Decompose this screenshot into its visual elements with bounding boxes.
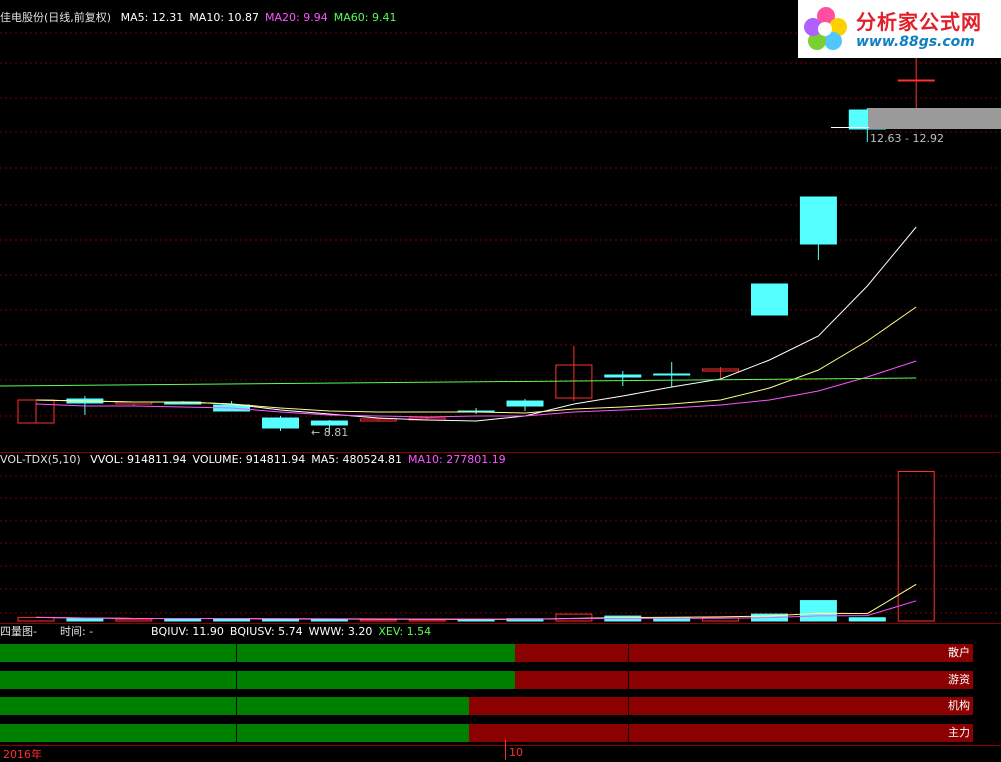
energy-row-label: 游资 bbox=[945, 671, 973, 689]
energy-row: 主力 bbox=[0, 724, 973, 742]
ma-label-0: MA5: 12.31 bbox=[120, 11, 184, 24]
energy-green-segment bbox=[0, 671, 515, 689]
candle-body bbox=[604, 374, 642, 378]
volume-panel[interactable] bbox=[0, 453, 1001, 623]
volume-bar bbox=[115, 618, 153, 622]
site-logo[interactable]: 分析家公式网 www.88gs.com bbox=[798, 0, 1001, 58]
candle-body bbox=[506, 400, 544, 407]
ma-label-3: MA60: 9.41 bbox=[333, 11, 397, 24]
low-marker: ← 8.81 bbox=[311, 426, 349, 439]
range-box bbox=[868, 108, 1001, 129]
candle-body bbox=[751, 283, 788, 316]
energy-title: 四量图- bbox=[0, 625, 37, 638]
energy-divider-line bbox=[628, 724, 629, 742]
volume-bar bbox=[897, 470, 935, 622]
volume-chart bbox=[0, 470, 1001, 622]
candle-body bbox=[310, 420, 348, 426]
energy-divider-line bbox=[628, 644, 629, 662]
energy-divider-line bbox=[236, 697, 237, 715]
energy-row-label: 主力 bbox=[945, 724, 973, 742]
energy-legend: BQIUV: 11.90 BQIUSV: 5.74 WWW: 3.20 XEV: 1.… bbox=[145, 625, 431, 639]
energy-divider-line bbox=[236, 724, 237, 742]
energy-green-segment bbox=[0, 644, 515, 662]
flower-logo-icon bbox=[804, 7, 847, 50]
price-header: 佳电股份(日线,前复权) MA5: 12.31 MA10: 10.87 MA20: … bbox=[0, 11, 396, 25]
ma-label-1: MA10: 10.87 bbox=[189, 11, 260, 24]
stock-title: 佳电股份(日线,前复权) bbox=[0, 11, 112, 24]
range-label: 12.63 - 12.92 bbox=[870, 132, 944, 145]
logo-url: www.88gs.com bbox=[856, 34, 975, 50]
x-axis bbox=[0, 745, 1001, 761]
energy-label-1: BQIUSV: 5.74 bbox=[229, 625, 303, 638]
volume-bar bbox=[848, 617, 886, 622]
energy-row: 游资 bbox=[0, 671, 973, 689]
energy-row: 散户 bbox=[0, 644, 973, 662]
energy-green-segment bbox=[0, 697, 469, 715]
energy-row-label: 机构 bbox=[945, 697, 973, 715]
x-tick-month: 10 bbox=[509, 746, 523, 759]
energy-label-3: XEV: 1.54 bbox=[378, 625, 432, 638]
energy-green-segment bbox=[0, 724, 469, 742]
candle-body bbox=[262, 417, 299, 429]
energy-red-segment bbox=[469, 697, 945, 715]
range-line bbox=[831, 127, 869, 128]
energy-row: 机构 bbox=[0, 697, 973, 715]
energy-red-segment bbox=[515, 671, 945, 689]
x-tick-month-line bbox=[505, 740, 506, 760]
energy-divider bbox=[0, 623, 1001, 624]
energy-red-segment bbox=[469, 724, 945, 742]
candle-body bbox=[897, 79, 935, 82]
energy-divider-line bbox=[236, 671, 237, 689]
volume-bar bbox=[359, 619, 397, 622]
energy-divider-line bbox=[236, 644, 237, 662]
logo-text: 分析家公式网 bbox=[856, 10, 982, 34]
candle-body bbox=[653, 373, 691, 376]
energy-red-segment bbox=[515, 644, 945, 662]
energy-time: 时间: - bbox=[60, 625, 94, 638]
candle-body bbox=[799, 196, 837, 245]
energy-divider-line bbox=[628, 697, 629, 715]
price-chart bbox=[0, 32, 1001, 434]
volume-bar bbox=[555, 613, 593, 622]
energy-row-label: 散户 bbox=[945, 644, 973, 662]
energy-label-2: WWW: 3.20 bbox=[308, 625, 373, 638]
volume-bar bbox=[408, 619, 446, 622]
energy-divider-line bbox=[628, 671, 629, 689]
volume-bar bbox=[164, 618, 202, 622]
ma-label-2: MA20: 9.94 bbox=[265, 11, 328, 24]
volume-bar bbox=[66, 618, 104, 622]
ma5-line bbox=[35, 226, 917, 422]
ma-legend: MA5: 12.31 MA10: 10.87 MA20: 9.94 MA60: 9.4… bbox=[115, 11, 397, 24]
volume-bar bbox=[262, 618, 299, 622]
energy-header: 四量图- bbox=[0, 625, 37, 639]
energy-label-0: BQIUV: 11.90 bbox=[151, 625, 224, 638]
volume-bar bbox=[799, 600, 837, 622]
price-panel[interactable] bbox=[0, 0, 1001, 452]
